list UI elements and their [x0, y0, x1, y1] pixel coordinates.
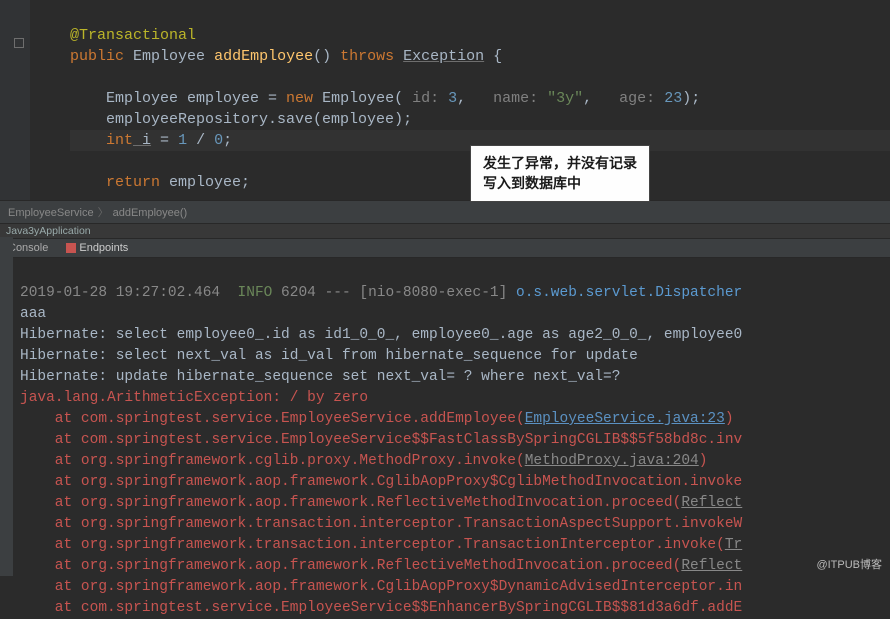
literal-1: 1	[178, 132, 187, 149]
exception-type: Exception	[403, 48, 484, 65]
stack-link[interactable]: Reflect	[681, 495, 742, 511]
var-i: i	[133, 132, 151, 149]
stack-frame: org.springframework.transaction.intercep…	[81, 516, 742, 532]
stack-at: at	[20, 558, 81, 574]
chevron-right-icon: 〉	[98, 207, 109, 219]
tooltip-line1: 发生了异常，并没有记录	[483, 154, 637, 174]
stack-link[interactable]: Tr	[725, 537, 742, 553]
log-pid: 6204 --- [nio-8080-exec-1]	[272, 285, 516, 301]
keyword-throws: throws	[340, 48, 394, 65]
stack-frame: com.springtest.service.EmployeeService$$…	[81, 432, 742, 448]
code-text: );	[682, 90, 700, 107]
keyword-int: int	[106, 132, 133, 149]
stack-at: at	[20, 495, 81, 511]
code-text: =	[151, 132, 178, 149]
stack-frame: com.springtest.service.EmployeeService.a…	[81, 411, 525, 427]
stack-frame: org.springframework.transaction.intercep…	[81, 537, 725, 553]
stack-paren: )	[725, 411, 734, 427]
tab-endpoints-label: Endpoints	[79, 242, 128, 254]
stack-at: at	[20, 432, 81, 448]
annotation: @Transactional	[70, 27, 196, 44]
watermark: @ITPUB博客	[816, 556, 882, 572]
stack-at: at	[20, 600, 81, 616]
keyword-return: return	[106, 174, 160, 191]
console-line: aaa	[20, 306, 46, 322]
code-line: Employee employee =	[106, 90, 286, 107]
stack-frame: org.springframework.aop.framework.Reflec…	[81, 495, 681, 511]
breadcrumb-class[interactable]: EmployeeService	[8, 207, 94, 219]
endpoints-icon	[66, 243, 76, 253]
literal-0: 0	[214, 132, 223, 149]
stack-at: at	[20, 579, 81, 595]
literal-name: "3y"	[538, 90, 583, 107]
code-text: /	[187, 132, 214, 149]
stack-frame: org.springframework.aop.framework.CglibA…	[81, 474, 742, 490]
annotation-tooltip: 发生了异常，并没有记录 写入到数据库中	[470, 145, 650, 202]
tab-endpoints[interactable]: Endpoints	[58, 241, 136, 255]
log-level: INFO	[220, 285, 272, 301]
keyword-public: public	[70, 48, 124, 65]
breadcrumb[interactable]: EmployeeService 〉 addEmployee()	[0, 200, 890, 223]
literal-age: 23	[655, 90, 682, 107]
return-expr: employee;	[160, 174, 250, 191]
param-hint-id: id:	[403, 90, 439, 107]
stack-frame: org.springframework.aop.framework.Reflec…	[81, 558, 681, 574]
literal-id: 3	[439, 90, 457, 107]
stack-at: at	[20, 453, 81, 469]
keyword-new: new	[286, 90, 313, 107]
run-config-label[interactable]: Java3yApplication	[0, 223, 890, 238]
stack-at: at	[20, 537, 81, 553]
code-editor[interactable]: @Transactional public Employee addEmploy…	[0, 0, 890, 200]
log-timestamp: 2019-01-28 19:27:02.464	[20, 285, 220, 301]
code-text: Employee(	[313, 90, 403, 107]
param-hint-name: name:	[466, 90, 538, 107]
console-toolbar[interactable]	[0, 237, 13, 576]
stack-paren: )	[699, 453, 708, 469]
stack-at: at	[20, 411, 81, 427]
code-text: ;	[223, 132, 232, 149]
return-type: Employee	[133, 48, 205, 65]
stack-at: at	[20, 474, 81, 490]
console-line: Hibernate: select next_val as id_val fro…	[20, 348, 638, 364]
code-line: employeeRepository.save(employee);	[106, 111, 412, 128]
tool-window-tabs[interactable]: Console Endpoints	[0, 238, 890, 258]
override-gutter-icon[interactable]	[14, 38, 24, 48]
editor-gutter	[0, 0, 30, 200]
log-logger: o.s.web.servlet.Dispatcher	[516, 285, 742, 301]
stack-frame: org.springframework.aop.framework.CglibA…	[81, 579, 742, 595]
exception-message: java.lang.ArithmeticException: / by zero	[20, 390, 368, 406]
console-line: Hibernate: select employee0_.id as id1_0…	[20, 327, 742, 343]
stack-link[interactable]: Reflect	[681, 558, 742, 574]
stack-at: at	[20, 516, 81, 532]
stack-frame: org.springframework.cglib.proxy.MethodPr…	[81, 453, 525, 469]
tooltip-line2: 写入到数据库中	[483, 174, 637, 194]
stack-link[interactable]: EmployeeService.java:23	[525, 411, 725, 427]
method-name: addEmployee	[214, 48, 313, 65]
console-output[interactable]: 2019-01-28 19:27:02.464 INFO 6204 --- [n…	[0, 258, 890, 619]
stack-link[interactable]: MethodProxy.java:204	[525, 453, 699, 469]
stack-frame: com.springtest.service.EmployeeService$$…	[81, 600, 742, 616]
console-line: Hibernate: update hibernate_sequence set…	[20, 369, 620, 385]
param-hint-age: age:	[592, 90, 655, 107]
breadcrumb-method[interactable]: addEmployee()	[113, 207, 188, 219]
